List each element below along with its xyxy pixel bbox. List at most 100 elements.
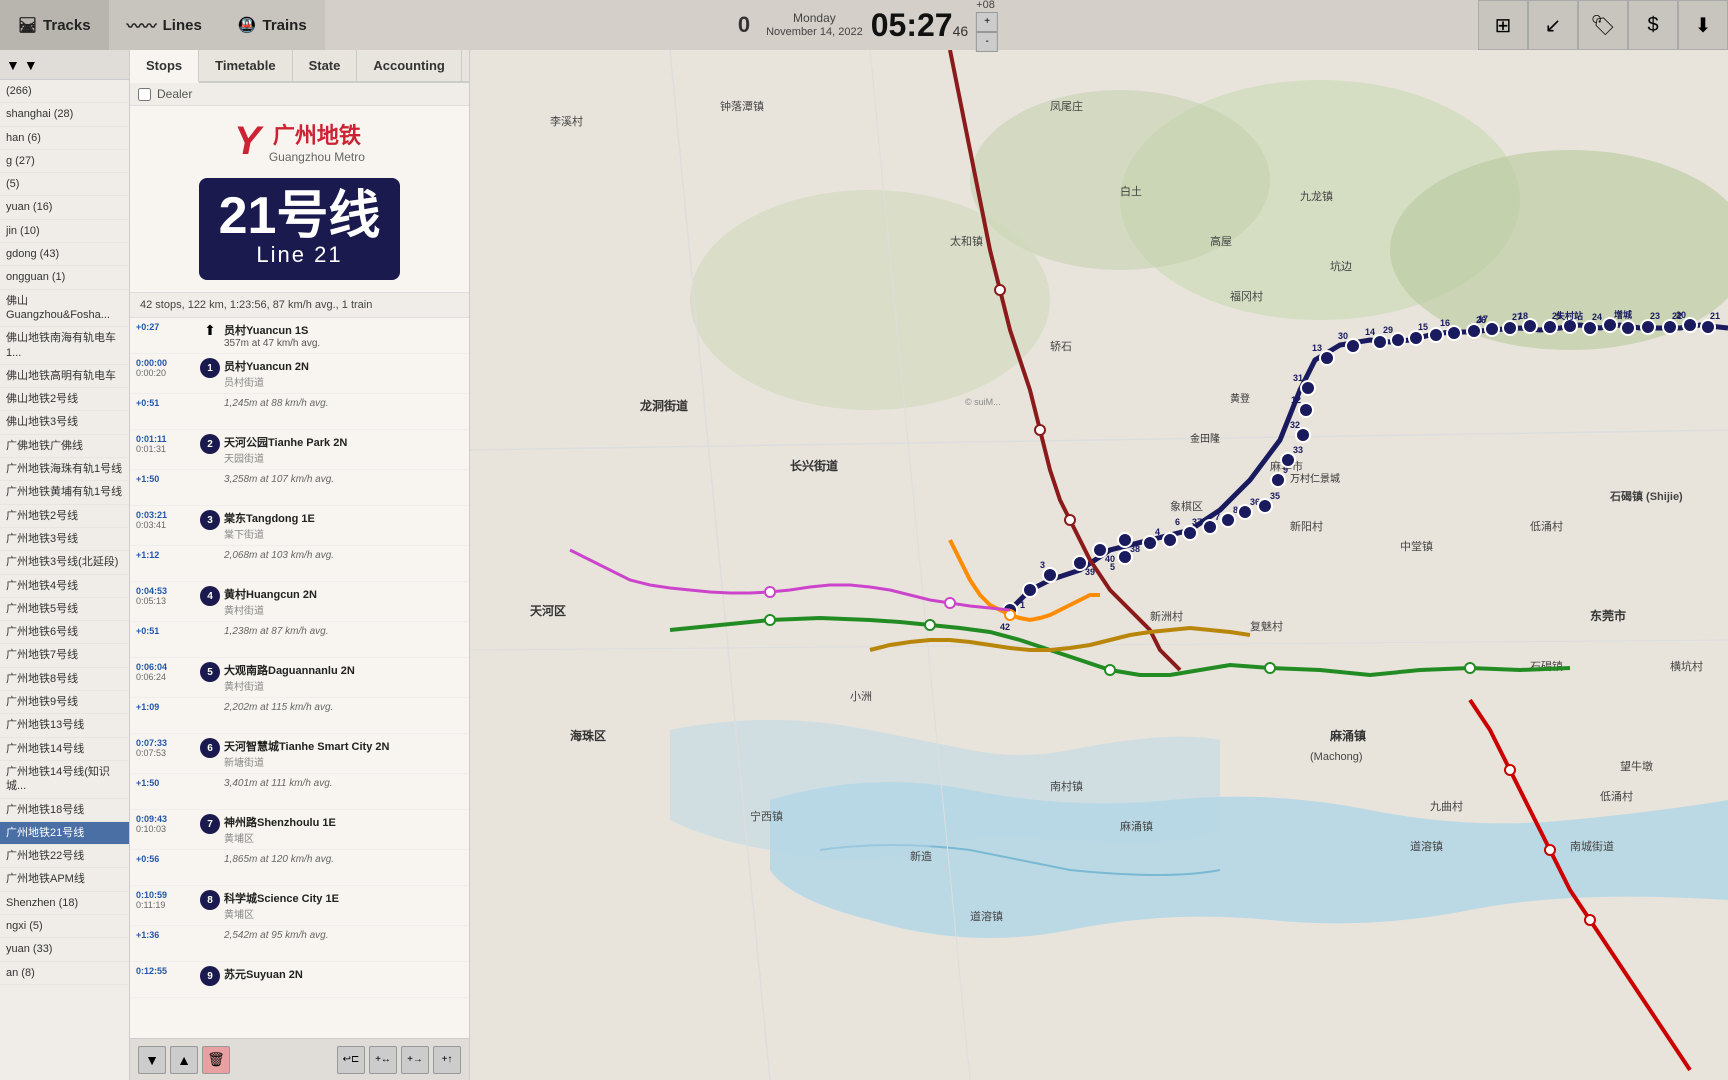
stop-row[interactable]: 0:10:59 0:11:19 8 科学城Science City 1E 黄埔区 [130, 886, 469, 926]
stop-row[interactable]: +1:50 3,258m at 107 km/h avg. [130, 470, 469, 506]
tracks-button[interactable]: 🛤 Tracks [0, 0, 109, 50]
metro-logo-icon: Y [234, 119, 261, 164]
sidebar-item-s21[interactable]: 广州地铁4号线 [0, 575, 129, 598]
stop-row[interactable]: +0:27 ⬆ 员村Yuancun 1S 357m at 47 km/h avg… [130, 318, 469, 354]
tab-timetable[interactable]: Timetable [199, 50, 292, 81]
sidebar-item-s33[interactable]: 广州地铁APM线 [0, 868, 129, 891]
svg-text:7: 7 [1215, 512, 1220, 522]
svg-text:宁西镇: 宁西镇 [750, 809, 783, 823]
nav-up-button[interactable]: ▲ [170, 1046, 198, 1074]
stop-delta: +0:51 [136, 626, 196, 636]
sub-tabs: Stops Timetable State Accounting [130, 50, 469, 83]
sidebar-item-s13[interactable]: 佛山地铁2号线 [0, 388, 129, 411]
sidebar-item-s6[interactable]: yuan (16) [0, 196, 129, 219]
stop-row[interactable]: 0:06:04 0:06:24 5 大观南路Daguannanlu 2N 黄村街… [130, 658, 469, 698]
sidebar-item-s8[interactable]: gdong (43) [0, 243, 129, 266]
sidebar-item-s3[interactable]: han (6) [0, 127, 129, 150]
stop-info: 棠东Tangdong 1E 棠下街道 [224, 510, 463, 541]
sidebar-item-s26[interactable]: 广州地铁9号线 [0, 691, 129, 714]
sidebar-item-s17[interactable]: 广州地铁黄埔有轨1号线 [0, 481, 129, 504]
stop-num-col: 6 [196, 738, 224, 758]
svg-text:4: 4 [1155, 527, 1160, 537]
svg-text:29: 29 [1383, 325, 1393, 335]
sidebar-item-s24[interactable]: 广州地铁7号线 [0, 644, 129, 667]
tag-button[interactable]: 🏷 [1578, 0, 1628, 50]
sidebar-item-s1[interactable]: (266) [0, 80, 129, 103]
sidebar-item-s12[interactable]: 佛山地铁高明有轨电车 [0, 365, 129, 388]
sidebar-item-s37[interactable]: an (8) [0, 962, 129, 985]
clock-up-button[interactable]: + [976, 12, 998, 32]
filter-icon2[interactable]: ▼ [24, 57, 38, 73]
sidebar-item-s14[interactable]: 佛山地铁3号线 [0, 411, 129, 434]
sidebar-item-s22[interactable]: 广州地铁5号线 [0, 598, 129, 621]
pricing-button[interactable]: $ [1628, 0, 1678, 50]
stop-row[interactable]: +0:56 1,865m at 120 km/h avg. [130, 850, 469, 886]
stop-row[interactable]: 0:00:00 0:00:20 1 员村Yuancun 2N 员村街道 [130, 354, 469, 394]
sidebar-item-s27[interactable]: 广州地铁13号线 [0, 714, 129, 737]
svg-text:九龙镇: 九龙镇 [1300, 189, 1333, 203]
stop-delta: 0:01:11 [136, 434, 196, 444]
sidebar-item-s7[interactable]: jin (10) [0, 220, 129, 243]
sidebar-item-s5[interactable]: (5) [0, 173, 129, 196]
stop-row[interactable]: 0:01:11 0:01:31 2 天河公园Tianhe Park 2N 天园街… [130, 430, 469, 470]
sidebar-item-s15[interactable]: 广佛地铁广佛线 [0, 435, 129, 458]
stop-row[interactable]: 0:12:55 9 苏元Suyuan 2N [130, 962, 469, 998]
stop-row[interactable]: +1:36 2,542m at 95 km/h avg. [130, 926, 469, 962]
delete-button[interactable]: 🗑 [202, 1046, 230, 1074]
sidebar-item-s28[interactable]: 广州地铁14号线 [0, 738, 129, 761]
sidebar-item-s19[interactable]: 广州地铁3号线 [0, 528, 129, 551]
stop-row[interactable]: +0:51 1,245m at 88 km/h avg. [130, 394, 469, 430]
sidebar-item-s35[interactable]: ngxi (5) [0, 915, 129, 938]
filter-icon[interactable]: ▼ [6, 57, 20, 73]
sidebar-item-s31[interactable]: 广州地铁21号线 [0, 822, 129, 845]
stop-row[interactable]: 0:07:33 0:07:53 6 天河智慧城Tianhe Smart City… [130, 734, 469, 774]
sidebar-item-s29[interactable]: 广州地铁14号线(知识城... [0, 761, 129, 799]
stop-row[interactable]: 0:09:43 0:10:03 7 神州路Shenzhoulu 1E 黄埔区 [130, 810, 469, 850]
stop-dist-info: 3,401m at 111 km/h avg. [224, 778, 463, 789]
svg-text:横坑村: 横坑村 [1670, 659, 1703, 673]
tab-state[interactable]: State [293, 50, 358, 81]
sidebar-item-s25[interactable]: 广州地铁8号线 [0, 668, 129, 691]
nav-down-button[interactable]: ▼ [138, 1046, 166, 1074]
action-btn-1[interactable]: ↩⊏ [337, 1046, 365, 1074]
sidebar-item-s32[interactable]: 广州地铁22号线 [0, 845, 129, 868]
action-btn-3[interactable]: +→ [401, 1046, 429, 1074]
grid-view-button[interactable]: ⊞ [1478, 0, 1528, 50]
sidebar-item-s36[interactable]: yuan (33) [0, 938, 129, 961]
sidebar-item-s9[interactable]: ongguan (1) [0, 266, 129, 289]
sidebar-item-s30[interactable]: 广州地铁18号线 [0, 799, 129, 822]
sidebar-item-s10[interactable]: 佛山Guangzhou&Fosha... [0, 290, 129, 328]
map-area[interactable]: 李溪村 钟落潭镇 凤尾庄 白土 九龙镇 太和镇 高屋 坑边 福冈村 轿石 龙洞街… [470, 50, 1728, 1080]
stop-delta: 0:06:04 [136, 662, 196, 672]
tab-accounting[interactable]: Accounting [357, 50, 462, 81]
svg-text:长兴街道: 长兴街道 [790, 458, 838, 473]
action-btn-4[interactable]: +↑ [433, 1046, 461, 1074]
action-btn-2[interactable]: +↔ [369, 1046, 397, 1074]
sidebar-item-s23[interactable]: 广州地铁6号线 [0, 621, 129, 644]
dealer-checkbox[interactable] [138, 88, 151, 101]
stops-list: +0:27 ⬆ 员村Yuancun 1S 357m at 47 km/h avg… [130, 318, 469, 1038]
stop-num-col: 4 [196, 586, 224, 606]
trains-button[interactable]: 🚇 Trains [220, 0, 325, 50]
sidebar-item-s2[interactable]: shanghai (28) [0, 103, 129, 126]
sidebar-item-s34[interactable]: Shenzhen (18) [0, 892, 129, 915]
clock-down-button[interactable]: - [976, 32, 998, 52]
sidebar-item-s11[interactable]: 佛山地铁南海有轨电车1... [0, 327, 129, 365]
tab-stops[interactable]: Stops [130, 50, 199, 83]
sidebar-item-s4[interactable]: g (27) [0, 150, 129, 173]
sidebar-item-s16[interactable]: 广州地铁海珠有轨1号线 [0, 458, 129, 481]
stop-row[interactable]: +1:12 2,068m at 103 km/h avg. [130, 546, 469, 582]
stop-info: 苏元Suyuan 2N [224, 966, 463, 982]
stop-row[interactable]: +1:50 3,401m at 111 km/h avg. [130, 774, 469, 810]
sidebar-item-s18[interactable]: 广州地铁2号线 [0, 505, 129, 528]
stop-row[interactable]: +1:09 2,202m at 115 km/h avg. [130, 698, 469, 734]
sidebar-item-s20[interactable]: 广州地铁3号线(北延段) [0, 551, 129, 574]
stop-row[interactable]: 0:03:21 0:03:41 3 棠东Tangdong 1E 棠下街道 [130, 506, 469, 546]
lines-button[interactable]: 〰〰 Lines [109, 0, 220, 50]
svg-text:坑边: 坑边 [1330, 259, 1352, 273]
stop-row[interactable]: +0:51 1,238m at 87 km/h avg. [130, 622, 469, 658]
download-button[interactable]: ⬇ [1678, 0, 1728, 50]
stop-delta: 0:09:43 [136, 814, 196, 824]
stop-row[interactable]: 0:04:53 0:05:13 4 黄村Huangcun 2N 黄村街道 [130, 582, 469, 622]
export-button[interactable]: ↙ [1528, 0, 1578, 50]
